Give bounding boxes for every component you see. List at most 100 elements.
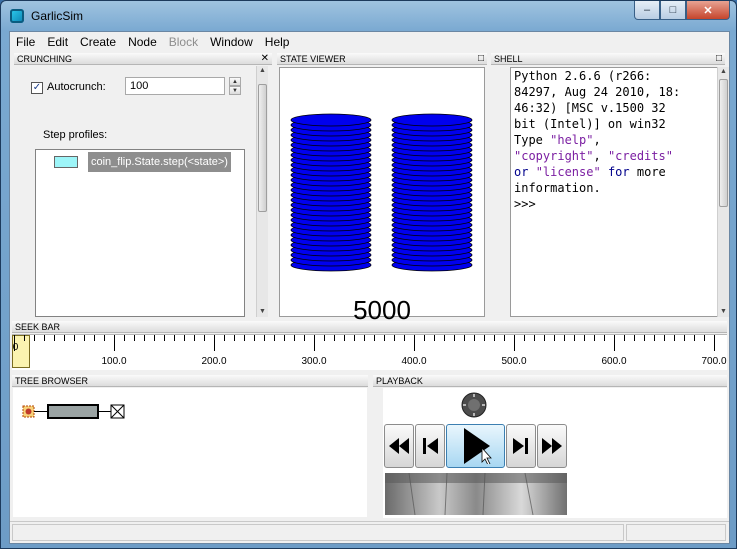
root-node-icon[interactable] bbox=[22, 405, 35, 418]
menu-create[interactable]: Create bbox=[74, 35, 122, 49]
scroll-thumb[interactable] bbox=[719, 79, 728, 207]
status-segment bbox=[626, 524, 726, 541]
shell-string-license: "license" bbox=[535, 165, 601, 179]
seek-tick bbox=[674, 335, 675, 341]
speed-knob[interactable] bbox=[460, 391, 488, 419]
close-icon[interactable]: ✕ bbox=[261, 53, 269, 64]
seek-tick bbox=[524, 335, 525, 341]
minimize-button[interactable]: – bbox=[634, 1, 660, 20]
app-window: GarlicSim – □ ✕ File Edit Create Node Bl… bbox=[0, 0, 737, 549]
seek-tick bbox=[484, 335, 485, 341]
seek-tick bbox=[704, 335, 705, 341]
seek-tick bbox=[684, 335, 685, 341]
seek-tick bbox=[634, 335, 635, 341]
shell-console[interactable]: Python 2.6.6 (r266: 84297, Aug 24 2010, … bbox=[510, 67, 727, 317]
seek-tick bbox=[164, 335, 165, 341]
tree-browser-header: TREE BROWSER bbox=[12, 375, 368, 387]
seek-tick bbox=[554, 335, 555, 341]
rewind-button[interactable] bbox=[384, 424, 414, 468]
profile-name[interactable]: coin_flip.State.step(<state>) bbox=[88, 152, 231, 172]
shell-line: 84297, Aug 24 2010, 18: bbox=[514, 85, 681, 99]
rewind-icon bbox=[389, 438, 409, 454]
profile-color-swatch[interactable] bbox=[54, 156, 78, 168]
seek-label: 100.0 bbox=[101, 356, 127, 367]
seek-tick bbox=[534, 335, 535, 341]
shell-scrollbar[interactable]: ▲ ▼ bbox=[717, 67, 729, 317]
seek-tick bbox=[274, 335, 275, 341]
list-item[interactable]: coin_flip.State.step(<state>) bbox=[38, 152, 234, 172]
fast-forward-button[interactable] bbox=[537, 424, 567, 468]
spin-down-button[interactable]: ▼ bbox=[229, 86, 241, 95]
scroll-up-arrow[interactable]: ▲ bbox=[718, 67, 729, 77]
seek-tick bbox=[654, 335, 655, 341]
client-area: File Edit Create Node Block Window Help … bbox=[9, 31, 730, 544]
seek-tick bbox=[294, 335, 295, 341]
maximize-icon[interactable]: □ bbox=[478, 53, 484, 64]
seek-bar-title: SEEK BAR bbox=[15, 322, 61, 332]
title-bar[interactable]: GarlicSim – □ ✕ bbox=[1, 1, 736, 31]
coin-stack-heads bbox=[290, 113, 372, 272]
seek-tick bbox=[474, 335, 475, 341]
scroll-down-arrow[interactable]: ▼ bbox=[718, 307, 729, 317]
seek-tick bbox=[444, 335, 445, 341]
playback-panel: PLAYBACK bbox=[373, 375, 727, 518]
menu-edit[interactable]: Edit bbox=[41, 35, 74, 49]
seek-bar-panel: SEEK BAR .0 100.0 200.0 300.0 400.0 500.0 600… bbox=[12, 321, 727, 370]
maximize-icon[interactable]: □ bbox=[716, 53, 722, 64]
step-profiles-list[interactable]: coin_flip.State.step(<state>) bbox=[35, 149, 245, 317]
autocrunch-input[interactable]: 100 bbox=[125, 77, 225, 95]
app-icon bbox=[10, 9, 24, 23]
seek-tick bbox=[414, 335, 415, 351]
seek-tick bbox=[154, 335, 155, 341]
maximize-button[interactable]: □ bbox=[660, 1, 686, 20]
shell-header: SHELL □ bbox=[491, 53, 725, 65]
seek-cursor-label: .0 bbox=[12, 342, 19, 353]
seek-tick bbox=[574, 335, 575, 341]
seek-tick bbox=[84, 335, 85, 341]
seek-tick bbox=[284, 335, 285, 341]
scroll-down-arrow[interactable]: ▼ bbox=[257, 307, 268, 317]
spin-up-button[interactable]: ▲ bbox=[229, 77, 241, 86]
seek-tick bbox=[664, 335, 665, 341]
seek-tick bbox=[94, 335, 95, 341]
tree-canvas[interactable] bbox=[13, 388, 367, 517]
menu-file[interactable]: File bbox=[10, 35, 41, 49]
shell-token bbox=[528, 165, 535, 179]
play-button[interactable] bbox=[446, 424, 505, 468]
shell-line: Type "help", bbox=[514, 132, 601, 148]
close-button[interactable]: ✕ bbox=[686, 1, 730, 20]
shell-line: bit (Intel)] on win32 bbox=[514, 117, 666, 131]
window-title: GarlicSim bbox=[31, 9, 84, 23]
previous-button[interactable] bbox=[415, 424, 445, 468]
shell-line: information. bbox=[514, 181, 601, 195]
crunching-scrollbar[interactable]: ▲ ▼ bbox=[256, 66, 268, 317]
seek-label: 700.0 bbox=[701, 356, 727, 367]
seek-tick bbox=[604, 335, 605, 341]
shell-keyword-for: for bbox=[607, 165, 630, 179]
seek-tick bbox=[714, 335, 715, 351]
end-node-icon[interactable] bbox=[110, 404, 125, 419]
shell-token: , bbox=[593, 133, 601, 147]
seek-bar[interactable]: .0 100.0 200.0 300.0 400.0 500.0 600.0 700.0 bbox=[12, 334, 727, 370]
seek-tick bbox=[74, 335, 75, 341]
seek-tick bbox=[24, 335, 25, 341]
seek-tick bbox=[494, 335, 495, 341]
menu-window[interactable]: Window bbox=[204, 35, 259, 49]
scroll-up-arrow[interactable]: ▲ bbox=[257, 66, 268, 76]
fast-forward-icon bbox=[542, 438, 562, 454]
seek-tick bbox=[644, 335, 645, 341]
shell-prompt[interactable]: >>> bbox=[514, 196, 536, 212]
autocrunch-checkbox[interactable]: ✓ bbox=[31, 82, 43, 94]
seek-tick bbox=[564, 335, 565, 341]
seek-label: 200.0 bbox=[201, 356, 227, 367]
scroll-thumb[interactable] bbox=[258, 84, 267, 212]
block-node-icon[interactable] bbox=[47, 404, 99, 419]
seek-tick bbox=[44, 335, 45, 341]
scrub-wheel[interactable] bbox=[385, 473, 567, 515]
menu-node[interactable]: Node bbox=[122, 35, 163, 49]
seek-tick bbox=[354, 335, 355, 341]
menu-help[interactable]: Help bbox=[259, 35, 296, 49]
tree-nodes bbox=[22, 404, 125, 419]
shell-line: or "license" for more bbox=[514, 164, 666, 180]
next-button[interactable] bbox=[506, 424, 536, 468]
